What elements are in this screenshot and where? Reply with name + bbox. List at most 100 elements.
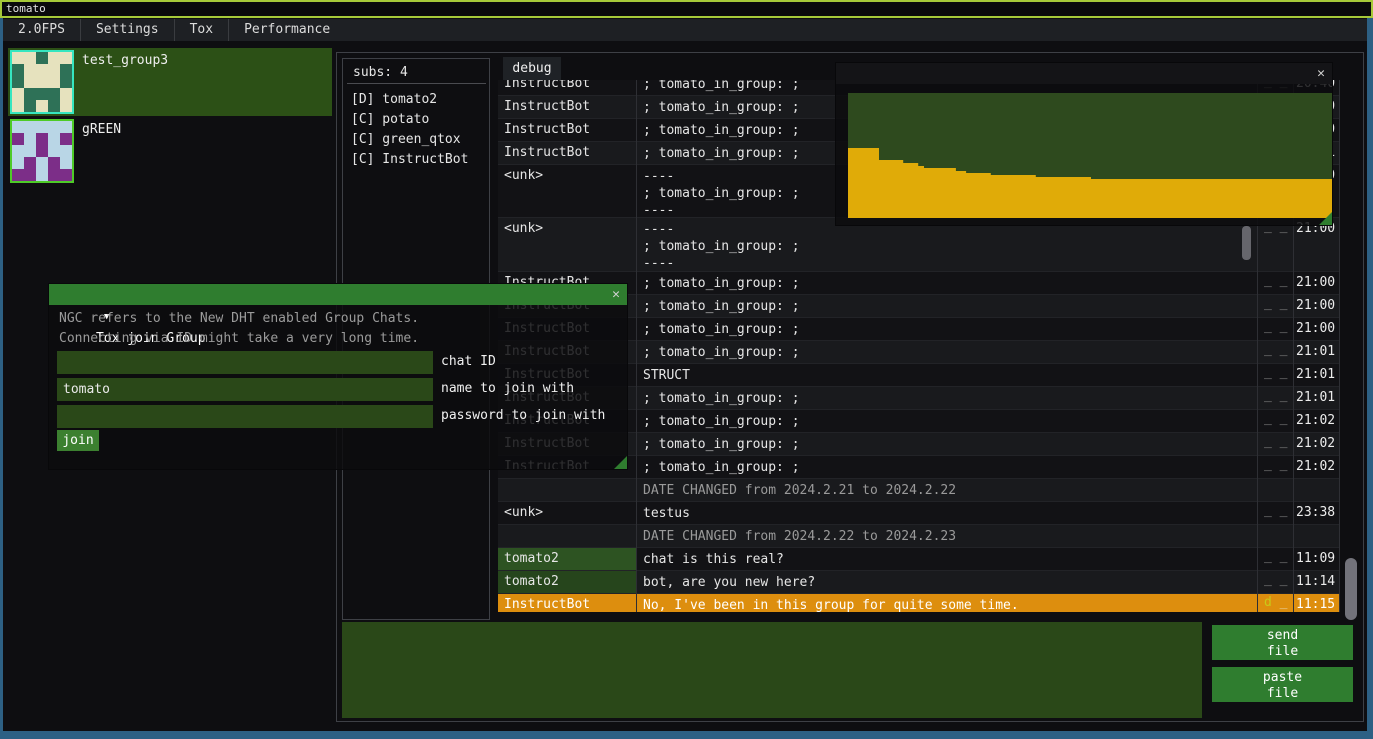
message-row[interactable]: <unk>testus_ _23:38 [498, 501, 1340, 524]
group-row-gREEN[interactable]: gREEN [8, 117, 332, 185]
status-underscore: _ [1280, 503, 1288, 518]
group-row-test_group3[interactable]: test_group3 [8, 48, 332, 116]
status-underscore: _ [1280, 296, 1288, 311]
group-avatar [10, 119, 74, 183]
window-frame-bottom [0, 731, 1373, 739]
message-timestamp: 11:15 [1294, 594, 1340, 612]
join-group-window[interactable]: ▼ Tox join Group ✕ NGC refers to the New… [48, 283, 628, 470]
os-titlebar[interactable]: tomato [0, 0, 1373, 18]
message-row[interactable]: tomato2chat is this real?_ _11:09 [498, 547, 1340, 570]
delivered-indicator: d [1264, 595, 1272, 610]
message-cell-scrollbar[interactable] [1242, 226, 1251, 260]
message-status-indicators: _ _ [1258, 387, 1293, 409]
menu-item-tox[interactable]: Tox [175, 19, 228, 41]
message-text: ; tomato_in_group: ; [637, 387, 1257, 409]
message-text: testus [637, 502, 1257, 524]
status-underscore: _ [1280, 434, 1288, 449]
message-text: bot, are you new here? [637, 571, 1257, 593]
message-timestamp [1294, 525, 1340, 547]
chat-id-field[interactable] [57, 351, 433, 374]
compose-input[interactable] [342, 622, 1202, 718]
message-status-indicators: _ _ [1258, 318, 1293, 340]
message-row[interactable]: InstructBotNo, I've been in this group f… [498, 593, 1340, 612]
status-underscore: _ [1264, 296, 1272, 311]
message-row[interactable]: tomato2bot, are you new here?_ _11:14 [498, 570, 1340, 593]
status-underscore: _ [1264, 549, 1272, 564]
message-sender: InstructBot [498, 80, 636, 95]
message-text: ; tomato_in_group: ; [637, 433, 1257, 455]
join-password-field[interactable] [57, 405, 433, 428]
menu-item-settings[interactable]: Settings [81, 19, 174, 41]
status-underscore: _ [1264, 273, 1272, 288]
message-text: ; tomato_in_group: ; [637, 410, 1257, 432]
message-sender: InstructBot [498, 142, 636, 164]
subs-member[interactable]: [D] tomato2 [351, 90, 437, 110]
message-status-indicators: _ _ [1258, 571, 1293, 593]
status-underscore: _ [1280, 365, 1288, 380]
message-timestamp: 21:02 [1294, 456, 1340, 478]
chat-id-label: chat ID [441, 354, 496, 369]
join-description-line1: NGC refers to the New DHT enabled Group … [59, 311, 419, 326]
message-sender: InstructBot [498, 96, 636, 118]
send-file-button[interactable]: sendfile [1212, 625, 1353, 660]
status-underscore: _ [1264, 503, 1272, 518]
message-timestamp: 21:00 [1294, 295, 1340, 317]
column-separator [636, 80, 637, 612]
join-button[interactable]: join [57, 430, 99, 451]
join-password-label: password to join with [441, 408, 605, 423]
message-text: ; tomato_in_group: ; [637, 341, 1257, 363]
join-name-label: name to join with [441, 381, 574, 396]
group-name-label: test_group3 [82, 53, 168, 68]
status-underscore: _ [1280, 595, 1288, 610]
message-sender: <unk> [498, 502, 636, 524]
tab-debug[interactable]: debug [503, 57, 561, 80]
message-timestamp: 21:01 [1294, 341, 1340, 363]
group-name-label: gREEN [82, 122, 121, 137]
join-window-titlebar[interactable]: ▼ Tox join Group ✕ [49, 284, 627, 305]
histogram-window-titlebar[interactable]: ▼ Tox DHT announce capability histogram … [836, 63, 1332, 84]
histogram-plot [848, 93, 1332, 218]
join-name-field[interactable] [57, 378, 433, 401]
status-underscore: _ [1264, 411, 1272, 426]
message-sender: InstructBot [498, 594, 636, 612]
message-row[interactable]: DATE CHANGED from 2024.2.22 to 2024.2.23 [498, 524, 1340, 547]
menu-item-2.0fps[interactable]: 2.0FPS [3, 19, 80, 41]
resize-grip-icon[interactable] [1319, 212, 1332, 225]
os-window-title: tomato [6, 2, 46, 15]
subs-separator [347, 83, 486, 84]
message-status-indicators: _ _ [1258, 364, 1293, 386]
message-sender [498, 525, 636, 547]
message-status-indicators: _ _ [1258, 272, 1293, 294]
close-icon[interactable]: ✕ [612, 284, 620, 305]
resize-grip-icon[interactable] [614, 456, 627, 469]
message-timestamp: 21:00 [1294, 272, 1340, 294]
message-status-indicators: _ _ [1258, 295, 1293, 317]
status-underscore: _ [1280, 388, 1288, 403]
message-sender: <unk> [498, 165, 636, 217]
message-status-indicators: _ _ [1258, 456, 1293, 478]
message-text: ; tomato_in_group: ; [637, 272, 1257, 294]
status-underscore: _ [1264, 434, 1272, 449]
message-timestamp: 11:09 [1294, 548, 1340, 570]
message-timestamp [1294, 479, 1340, 501]
chat-scrollbar[interactable] [1345, 558, 1357, 620]
message-text: chat is this real? [637, 548, 1257, 570]
message-sender: tomato2 [498, 571, 636, 593]
status-underscore: _ [1280, 273, 1288, 288]
message-timestamp: 21:01 [1294, 364, 1340, 386]
message-status-indicators: _ _ [1258, 341, 1293, 363]
message-sender: InstructBot [498, 119, 636, 141]
message-status-indicators: _ _ [1258, 410, 1293, 432]
status-underscore: _ [1264, 342, 1272, 357]
subs-member[interactable]: [C] InstructBot [351, 150, 468, 170]
status-underscore: _ [1264, 388, 1272, 403]
message-status-indicators [1258, 479, 1293, 501]
histogram-window[interactable]: ▼ Tox DHT announce capability histogram … [835, 62, 1333, 226]
menu-item-performance[interactable]: Performance [229, 19, 345, 41]
message-row[interactable]: DATE CHANGED from 2024.2.21 to 2024.2.22 [498, 478, 1340, 501]
status-underscore: _ [1280, 319, 1288, 334]
close-icon[interactable]: ✕ [1317, 63, 1325, 84]
subs-member[interactable]: [C] potato [351, 110, 429, 130]
subs-member[interactable]: [C] green_qtox [351, 130, 461, 150]
paste-file-button[interactable]: pastefile [1212, 667, 1353, 702]
